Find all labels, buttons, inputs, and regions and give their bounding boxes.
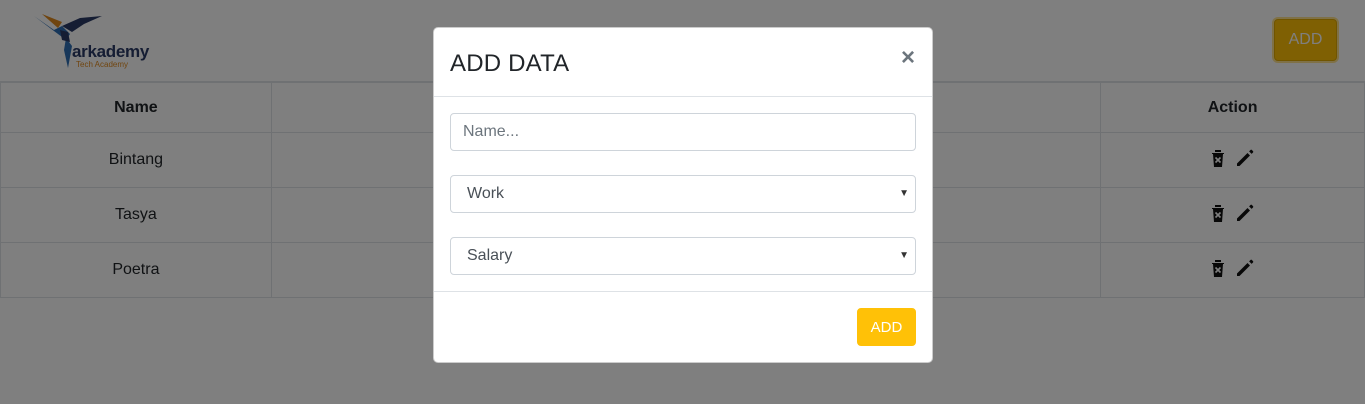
- chevron-down-icon: ▼: [899, 188, 909, 199]
- modal-add-button[interactable]: ADD: [857, 308, 916, 346]
- name-input[interactable]: [450, 113, 916, 151]
- work-select-value: Work: [467, 185, 505, 202]
- salary-select-value: Salary: [467, 247, 513, 264]
- modal-header: ADD DATA ×: [434, 28, 932, 97]
- close-icon[interactable]: ×: [897, 46, 919, 70]
- chevron-down-icon: ▼: [899, 250, 909, 261]
- modal-footer: ADD: [434, 292, 932, 362]
- add-data-modal: ADD DATA × Work ▼ Salary ▼ ADD: [433, 27, 933, 363]
- salary-select[interactable]: Salary ▼: [450, 237, 916, 275]
- work-select[interactable]: Work ▼: [450, 175, 916, 213]
- modal-title: ADD DATA: [450, 50, 570, 77]
- modal-body: Work ▼ Salary ▼: [434, 97, 932, 292]
